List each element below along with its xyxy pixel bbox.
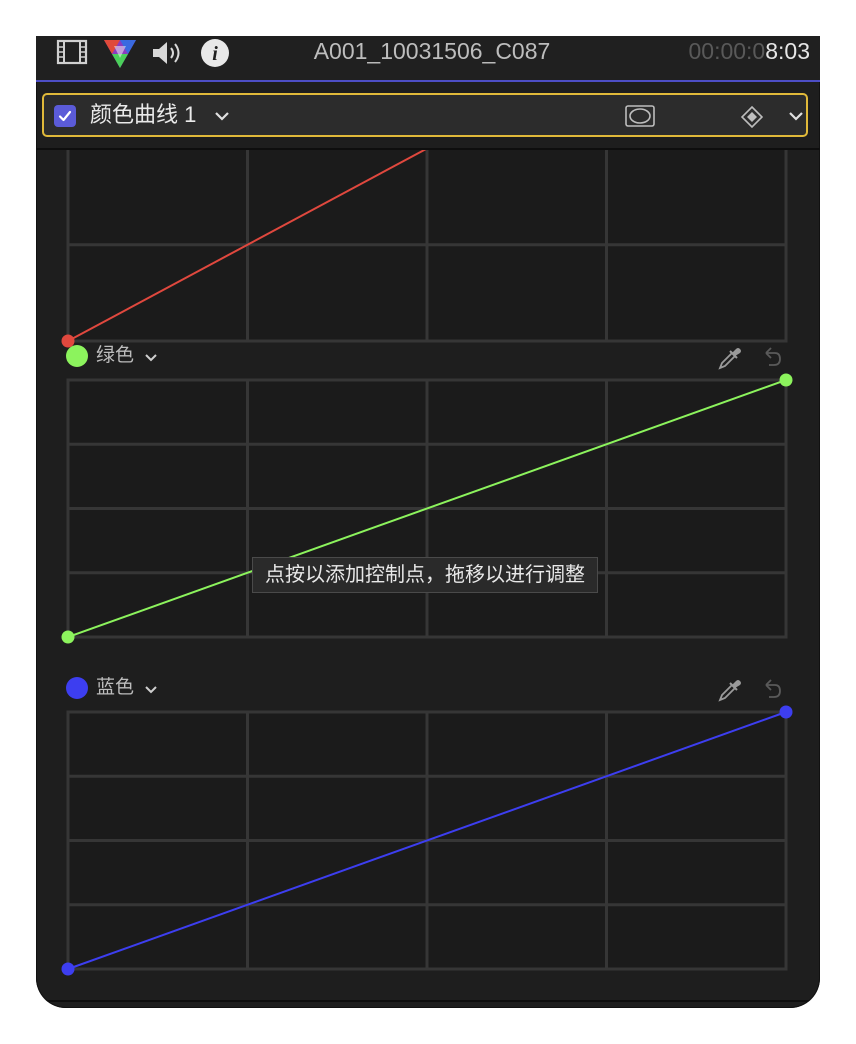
clip-title: A001_10031506_C087 — [313, 38, 551, 64]
blue-channel-label[interactable]: 蓝色 — [96, 676, 134, 700]
timecode: 00:00:08:03 — [688, 36, 810, 66]
collapse-chevron-icon[interactable] — [788, 109, 804, 127]
mask-icon[interactable] — [625, 105, 655, 132]
tooltip: 点按以添加控制点，拖移以进行调整 — [252, 557, 598, 593]
curves-panel: 绿色 蓝色 点按以添加控制点，拖移以进行调整 — [36, 150, 820, 1000]
checkmark-icon — [58, 110, 72, 122]
panel-bottom-divider — [36, 1000, 820, 1002]
effect-name[interactable]: 颜色曲线 1 — [90, 95, 196, 135]
effect-enable-checkbox[interactable] — [54, 105, 76, 127]
audio-icon[interactable] — [150, 38, 186, 73]
chevron-down-icon[interactable] — [144, 682, 158, 700]
blue-control-point-start[interactable] — [61, 962, 75, 976]
color-inspector-window: i A001_10031506_C087 00:00:08:03 颜色曲线 1 — [36, 36, 820, 1008]
eyedropper-icon[interactable] — [716, 344, 744, 377]
chevron-down-icon[interactable] — [144, 350, 158, 368]
reset-icon[interactable] — [760, 344, 784, 375]
green-control-point-end[interactable] — [779, 373, 793, 387]
keyframe-icon[interactable] — [740, 105, 764, 134]
blue-channel-swatch — [66, 677, 88, 699]
chevron-down-icon[interactable] — [214, 109, 230, 127]
info-icon[interactable]: i — [200, 38, 230, 73]
film-strip-icon[interactable] — [56, 38, 88, 71]
svg-text:i: i — [212, 43, 218, 65]
color-inspector-icon[interactable] — [102, 38, 138, 75]
green-channel-swatch — [66, 345, 88, 367]
green-channel-label[interactable]: 绿色 — [96, 344, 134, 368]
timecode-bright: 8:03 — [765, 38, 810, 64]
reset-icon[interactable] — [760, 676, 784, 707]
inspector-toolbar: i A001_10031506_C087 00:00:08:03 — [36, 36, 820, 82]
timecode-dim: 00:00:0 — [688, 38, 766, 64]
blue-control-point-end[interactable] — [779, 705, 793, 719]
eyedropper-icon[interactable] — [716, 676, 744, 709]
green-control-point-start[interactable] — [61, 630, 75, 644]
color-curves-effect-header[interactable]: 颜色曲线 1 — [42, 93, 808, 137]
